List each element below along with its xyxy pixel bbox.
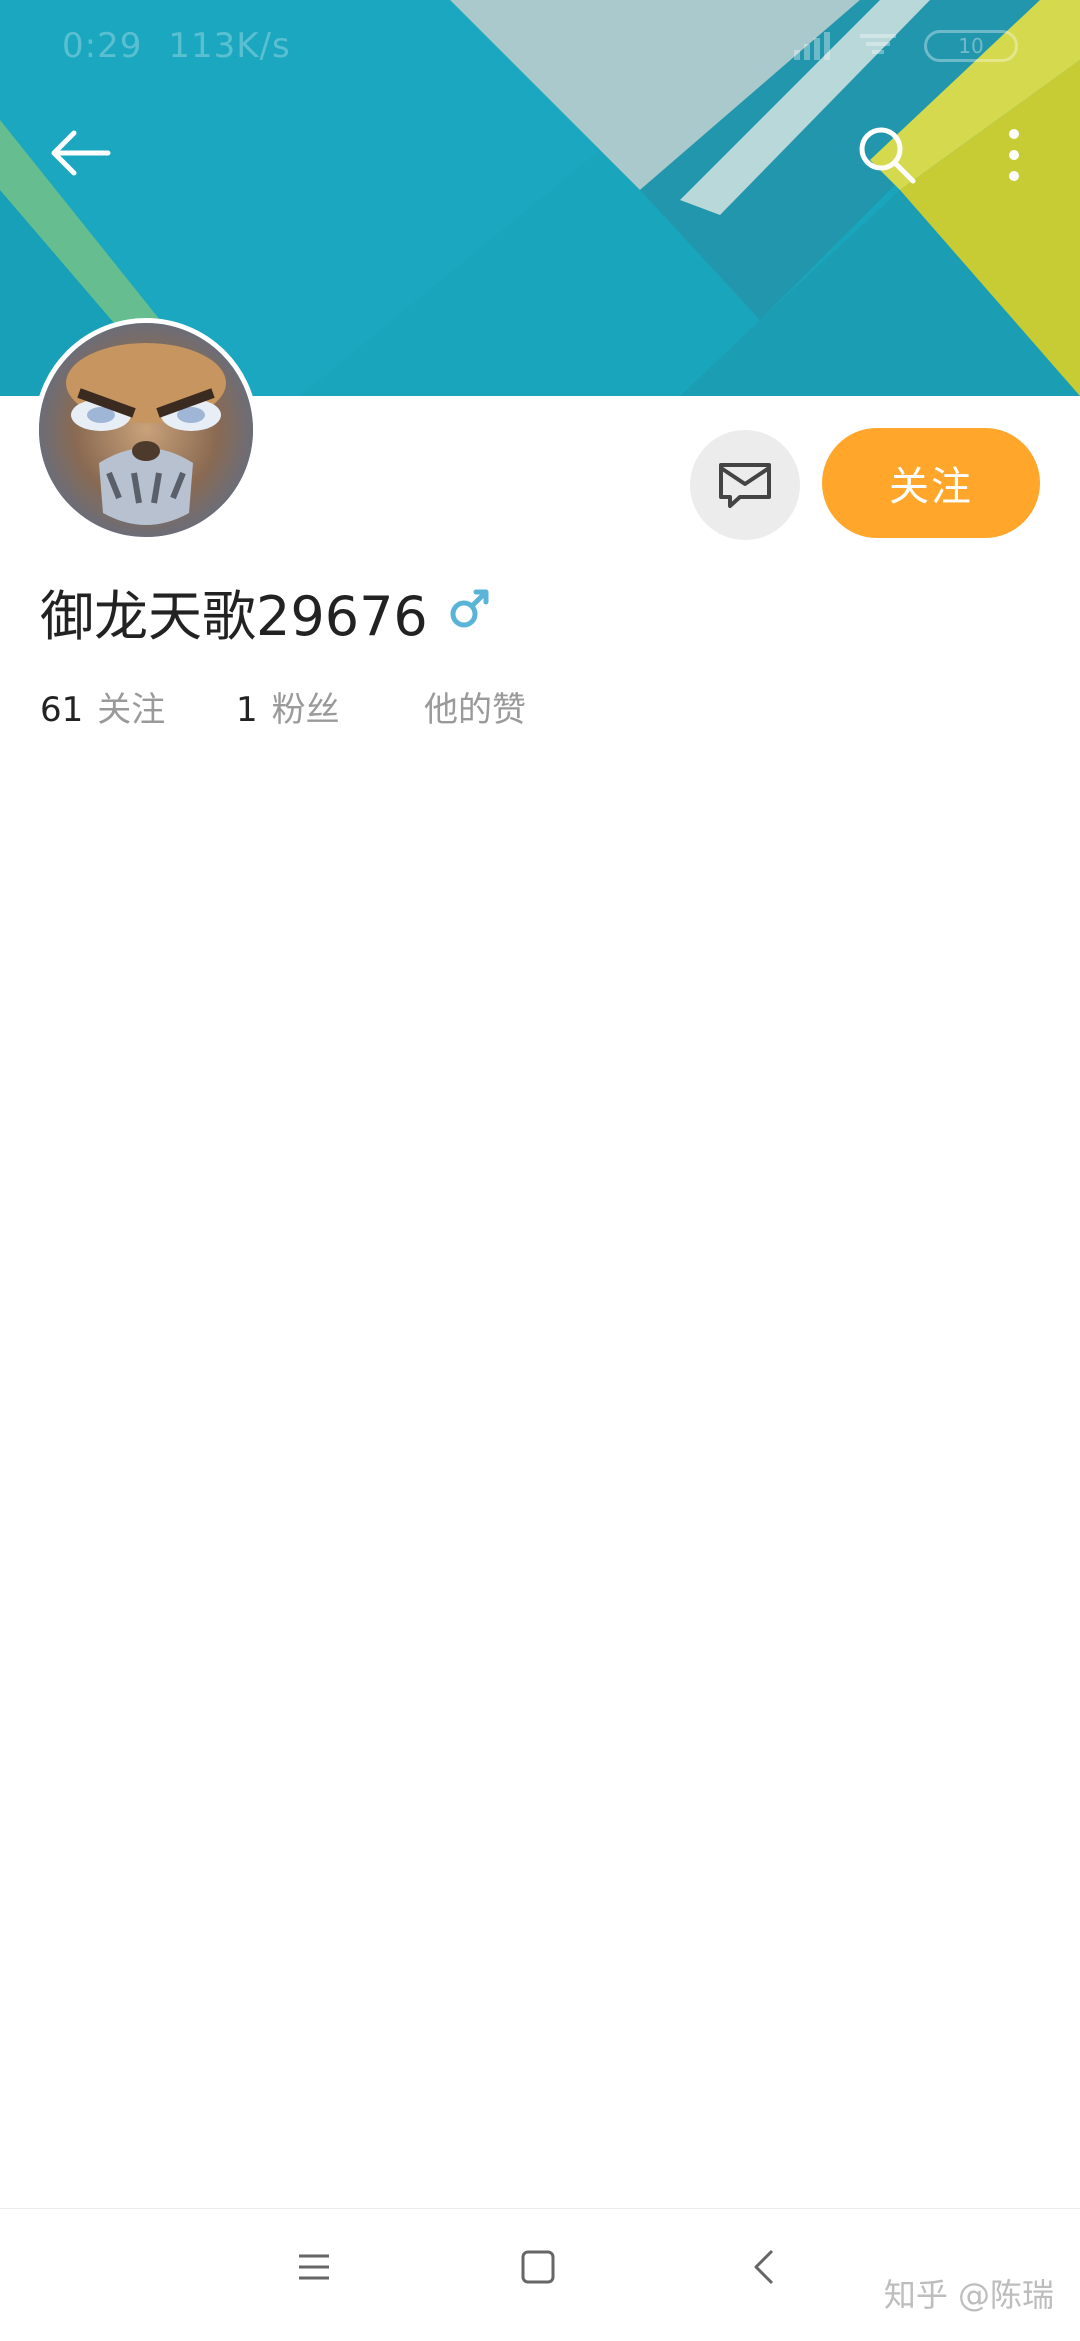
followers-stat[interactable]: 1 粉丝 — [236, 682, 424, 731]
menu-button[interactable] — [284, 2237, 344, 2297]
system-back-button[interactable] — [734, 2237, 794, 2297]
search-button[interactable] — [852, 120, 922, 190]
home-button[interactable] — [508, 2237, 568, 2297]
profile-stats: 61 关注 1 粉丝 他的赞 — [40, 682, 526, 731]
search-icon — [859, 127, 916, 184]
signal-icon — [794, 32, 830, 60]
followers-count: 1 — [236, 690, 258, 730]
menu-icon — [299, 2254, 329, 2280]
status-bar: 0:29 113K/s — [62, 26, 291, 66]
message-icon — [719, 463, 771, 508]
status-time: 0:29 — [62, 26, 143, 66]
likes-stat[interactable]: 他的赞 — [424, 682, 526, 731]
male-icon — [448, 586, 492, 634]
arrow-left-icon — [51, 130, 111, 176]
following-stat[interactable]: 61 关注 — [40, 682, 236, 731]
follow-button[interactable]: 关注 — [822, 428, 1040, 538]
wifi-icon — [860, 34, 896, 54]
following-count: 61 — [40, 690, 84, 730]
message-button[interactable] — [690, 430, 800, 540]
watermark: 知乎 @陈瑞 — [883, 2276, 1054, 2314]
battery-icon: 10 — [924, 30, 1018, 62]
avatar[interactable] — [34, 318, 258, 542]
following-label: 关注 — [97, 690, 166, 730]
username: 御龙天歌29676 — [40, 585, 428, 648]
back-button[interactable] — [40, 118, 120, 188]
status-icons: 10 — [792, 30, 1018, 62]
chevron-left-icon — [754, 2249, 774, 2285]
likes-label: 他的赞 — [424, 690, 526, 730]
followers-label: 粉丝 — [271, 690, 340, 730]
more-vertical-icon — [1009, 129, 1019, 181]
network-speed: 113K/s — [168, 26, 291, 66]
home-square-icon — [521, 2250, 555, 2284]
more-button[interactable] — [996, 122, 1032, 188]
battery-level: 10 — [958, 34, 984, 58]
